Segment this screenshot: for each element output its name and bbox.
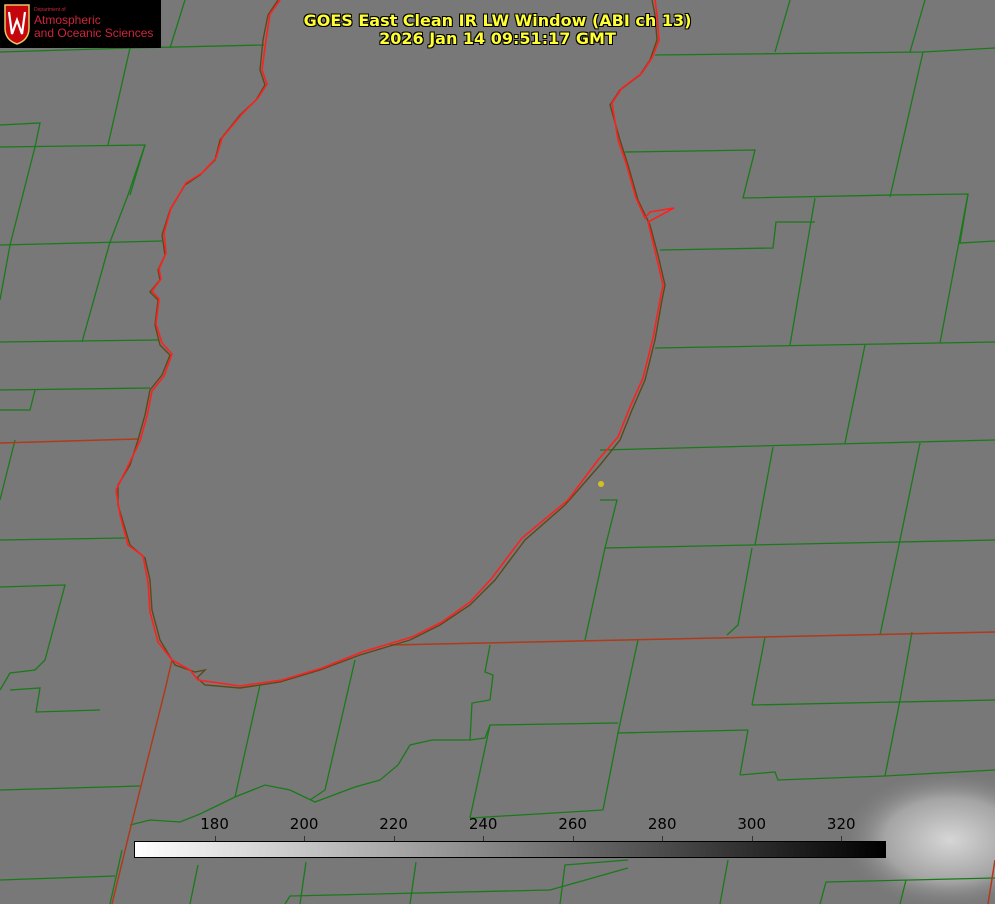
colorbar-tick-label: 260 [558,815,587,833]
colorbar [134,841,886,858]
satellite-image-view: Department of Atmospheric and Oceanic Sc… [0,0,995,904]
image-timestamp: 2026 Jan 14 09:51:17 GMT [379,29,616,48]
colorbar-tick-label: 320 [826,815,856,833]
colorbar-tick-label: 220 [379,815,408,833]
image-title: GOES East Clean IR LW Window (ABI ch 13) [303,11,692,30]
colorbar-tick-label: 240 [468,815,498,833]
ir-satellite-map [0,0,995,904]
colorbar-tick-label: 280 [647,815,677,833]
ir-background [0,0,995,904]
colorbar-tick-label: 300 [737,815,767,833]
colorbar-tick-label: 180 [200,815,229,833]
station-marker [598,481,604,487]
colorbar-tick-label: 200 [289,815,319,833]
